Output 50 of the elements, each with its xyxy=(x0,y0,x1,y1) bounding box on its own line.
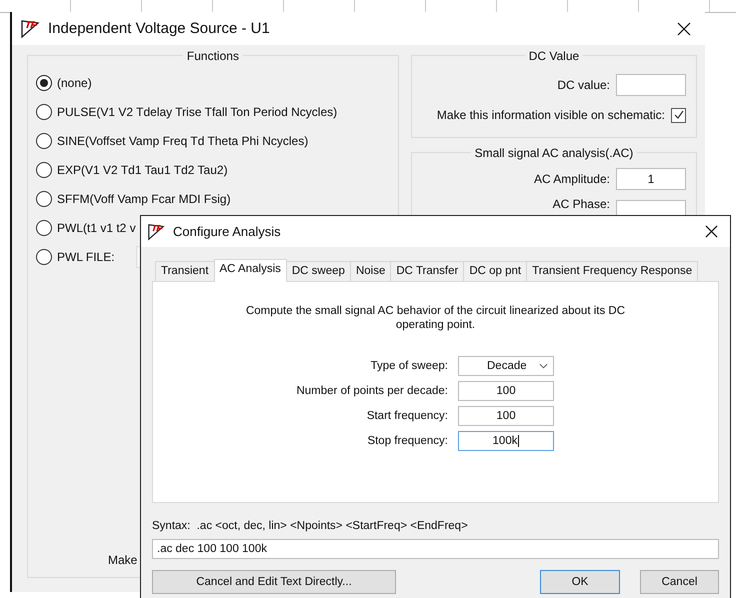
input-field[interactable]: 100k xyxy=(458,431,554,451)
radio-button[interactable] xyxy=(36,190,52,206)
group-title: DC Value xyxy=(524,49,584,63)
field-label: Type of sweep: xyxy=(370,360,449,372)
field-label: AC Phase: xyxy=(552,197,610,211)
option-label: Make xyxy=(108,553,138,567)
tab[interactable]: Transient xyxy=(155,261,215,281)
caret-icon xyxy=(539,363,548,369)
option-label: PWL FILE: xyxy=(57,250,115,264)
field-label: AC Amplitude: xyxy=(534,172,610,186)
option-label: SINE(Voffset Vamp Freq Td Theta Phi Ncycles) xyxy=(57,134,308,148)
group-title: Functions xyxy=(182,49,243,63)
radio-button[interactable] xyxy=(36,162,52,178)
radio-button[interactable] xyxy=(36,132,52,148)
sweep-dropdown[interactable]: Decade xyxy=(458,356,554,376)
amplitude-field[interactable]: 1 xyxy=(616,168,686,190)
radio-button[interactable] xyxy=(36,248,52,264)
window-title: Configure Analysis xyxy=(173,224,282,239)
field-label: Start frequency: xyxy=(366,410,449,422)
tab[interactable]: AC Analysis xyxy=(214,259,287,282)
dialog-button[interactable]: OK xyxy=(540,570,620,594)
option-label: SFFM(Voff Vamp Fcar MDI Fsig) xyxy=(57,192,231,206)
option-label: PULSE(V1 V2 Tdelay Trise Tfall Ton Period Ncycles) xyxy=(57,104,338,118)
radio-button[interactable] xyxy=(36,104,52,120)
field-label: Number of points per decade: xyxy=(295,385,449,397)
input-field[interactable]: 100 xyxy=(458,406,554,426)
command-field[interactable]: .ac dec 100 100 100k xyxy=(152,539,719,559)
tab[interactable]: Transient Frequency Response xyxy=(526,261,698,281)
field-label: DC value: xyxy=(557,78,610,92)
dialog-button[interactable]: Cancel xyxy=(640,570,719,594)
radio-button[interactable] xyxy=(36,74,52,90)
field-label: Stop frequency: xyxy=(366,435,449,447)
checkbox[interactable] xyxy=(671,108,686,122)
window-title: Independent Voltage Source - U1 xyxy=(48,20,271,37)
description-text: Compute the small signal AC behavior of the circuit linearized about its DC operating point. xyxy=(244,304,626,332)
radio-button[interactable] xyxy=(36,220,52,236)
dc-value-field[interactable] xyxy=(616,74,686,96)
close-icon[interactable] xyxy=(677,22,691,36)
input-field[interactable]: 100 xyxy=(458,381,554,401)
option-label: PWL(t1 v1 t2 v xyxy=(57,220,136,234)
field-label: Make this information visible on schematic: xyxy=(436,108,665,122)
option-label: (none) xyxy=(57,76,92,90)
option-label: EXP(V1 V2 Td1 Tau1 Td2 Tau2) xyxy=(57,162,228,176)
phase-field[interactable] xyxy=(616,200,686,216)
dialog-button[interactable]: Cancel and Edit Text Directly... xyxy=(152,570,396,594)
syntax-text: Syntax: .ac <oct, dec, lin> <Npoints> <StartFreq> <EndFreq> xyxy=(152,520,469,532)
logo-icon xyxy=(20,18,40,38)
group-title: Small signal AC analysis(.AC) xyxy=(470,146,638,160)
logo-icon xyxy=(147,222,165,240)
close-icon[interactable] xyxy=(705,225,718,238)
